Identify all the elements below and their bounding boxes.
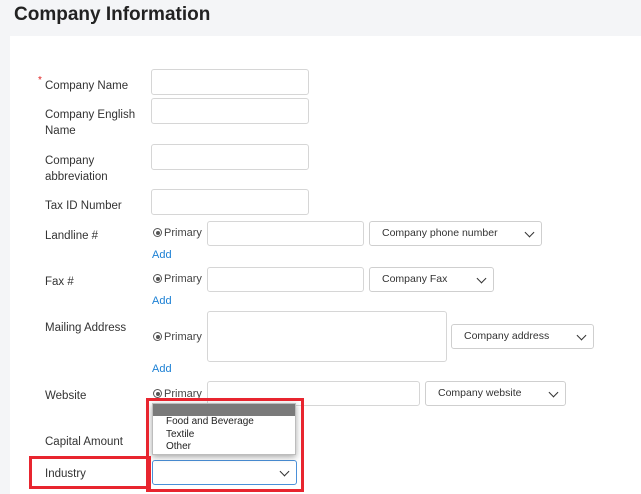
label-line: Company — [45, 155, 95, 167]
radio-label: Primary — [164, 273, 202, 285]
mailing-primary-radio[interactable]: Primary — [153, 330, 202, 344]
fax-label: Fax # — [45, 276, 74, 288]
landline-primary-radio[interactable]: Primary — [153, 226, 202, 240]
company-info-form — [10, 36, 641, 494]
website-label: Website — [45, 390, 87, 402]
select-value: Company Fax — [382, 273, 448, 285]
website-type-select[interactable]: Company website — [425, 381, 566, 406]
radio-label: Primary — [164, 227, 202, 239]
select-value: Company phone number — [382, 227, 498, 239]
company-english-name-input[interactable] — [151, 98, 309, 124]
mailing-address-textarea[interactable] — [207, 311, 447, 362]
label-line: abbreviation — [45, 171, 108, 183]
company-name-label: Company Name — [45, 80, 129, 92]
required-mark: * — [38, 75, 42, 86]
mailing-address-type-select[interactable]: Company address — [451, 324, 594, 349]
label-line: Company English — [45, 109, 136, 121]
company-abbreviation-input[interactable] — [151, 144, 309, 170]
radio-dot-icon — [153, 332, 162, 341]
capital-amount-label: Capital Amount — [45, 436, 123, 448]
label-line: Name — [45, 125, 76, 137]
company-name-input[interactable] — [151, 69, 309, 95]
select-value: Company website — [438, 387, 522, 399]
landline-type-select[interactable]: Company phone number — [369, 221, 542, 246]
highlight-box-dropdown — [146, 398, 304, 492]
tax-id-label: Tax ID Number — [45, 200, 122, 212]
chevron-down-icon — [576, 330, 587, 341]
radio-dot-icon — [153, 389, 162, 398]
mailing-add-link[interactable]: Add — [152, 363, 172, 375]
chevron-down-icon — [548, 387, 559, 398]
page-title: Company Information — [14, 4, 211, 25]
mailing-address-label: Mailing Address — [45, 322, 127, 334]
chevron-down-icon — [476, 273, 487, 284]
select-value: Company address — [464, 330, 550, 342]
fax-type-select[interactable]: Company Fax — [369, 267, 494, 292]
radio-dot-icon — [153, 274, 162, 283]
tax-id-input[interactable] — [151, 189, 309, 215]
highlight-box-industry-label — [29, 456, 151, 489]
radio-dot-icon — [153, 228, 162, 237]
landline-add-link[interactable]: Add — [152, 249, 172, 261]
landline-input[interactable] — [207, 221, 364, 246]
company-abbreviation-label: Company abbreviation — [45, 153, 108, 185]
chevron-down-icon — [524, 227, 535, 238]
fax-input[interactable] — [207, 267, 364, 292]
fax-primary-radio[interactable]: Primary — [153, 272, 202, 286]
radio-label: Primary — [164, 331, 202, 343]
company-english-name-label: Company English Name — [45, 107, 135, 139]
fax-add-link[interactable]: Add — [152, 295, 172, 307]
landline-label: Landline # — [45, 230, 99, 242]
